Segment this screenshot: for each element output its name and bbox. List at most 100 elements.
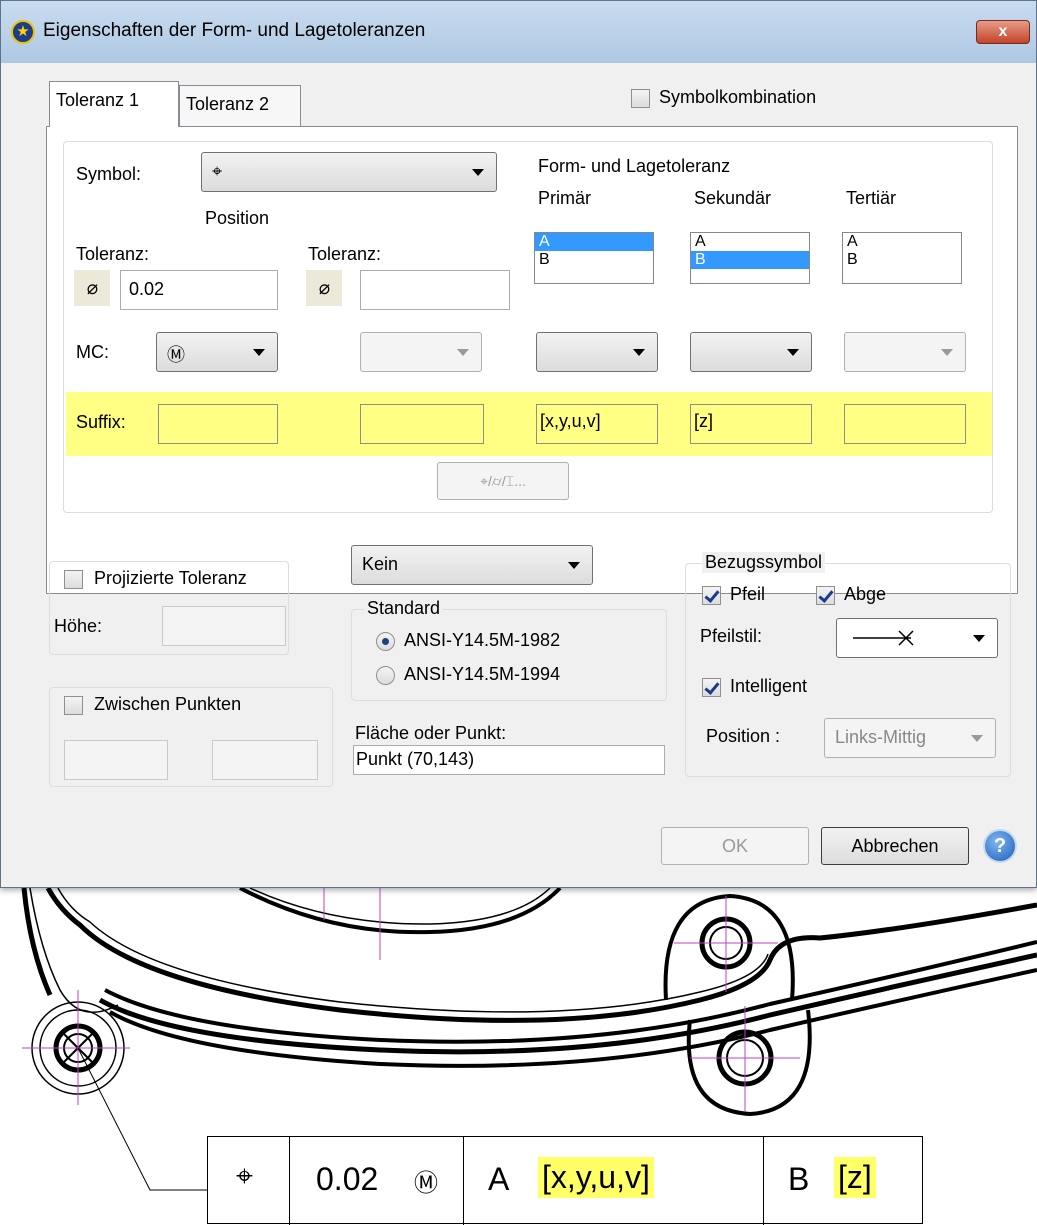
- mc-select-primary[interactable]: [536, 332, 658, 372]
- chevron-down-icon: [253, 349, 265, 356]
- dialog-client-area: Toleranz 1 Toleranz 2 Symbolkombination …: [9, 63, 1030, 883]
- tolerance-2-label: Toleranz:: [308, 244, 382, 264]
- tab-label: Toleranz 2: [186, 94, 270, 114]
- between-points-checkbox[interactable]: [64, 696, 83, 715]
- symbol-combination-checkbox[interactable]: [631, 89, 650, 108]
- modifier-select[interactable]: Kein: [351, 545, 593, 585]
- secondary-header: Sekundär: [694, 188, 772, 208]
- height-label: Höhe:: [54, 616, 103, 636]
- tab-toleranz-1[interactable]: Toleranz 1: [49, 81, 179, 127]
- chevron-down-icon: [973, 635, 985, 642]
- tertiary-datum-list[interactable]: A B: [842, 232, 962, 284]
- between-point-2-input[interactable]: [212, 740, 318, 780]
- list-item[interactable]: B: [843, 251, 961, 269]
- projected-tolerance-label: Projizierte Toleranz: [94, 568, 247, 588]
- position-select[interactable]: Links-Mittig: [824, 718, 996, 758]
- chevron-down-icon: [472, 169, 484, 176]
- mc-select-tolerance-2[interactable]: [360, 332, 482, 372]
- standard-1994-label: ANSI-Y14.5M-1994: [404, 664, 561, 684]
- cancel-button[interactable]: Abbrechen: [821, 827, 969, 865]
- symbol-label: Symbol:: [76, 164, 142, 184]
- surface-point-label: Fläche oder Punkt:: [355, 723, 507, 743]
- tolerance-panel: Symbol: ⌖ Position Toleranz: ⌀ 0.02 Tole…: [63, 141, 993, 513]
- mc-select-tertiary[interactable]: [844, 332, 966, 372]
- diameter-toggle-2[interactable]: ⌀: [306, 270, 342, 306]
- chevron-down-icon: [568, 562, 580, 569]
- position-symbol-icon: ⌖: [236, 1159, 253, 1194]
- frame-symbol-cell: ⌖: [208, 1137, 290, 1225]
- between-point-1-input[interactable]: [64, 740, 168, 780]
- standard-group: Standard ANSI-Y14.5M-1982 ANSI-Y14.5M-19…: [351, 598, 667, 701]
- tolerance-2-input[interactable]: [360, 270, 510, 310]
- dialog-title: Eigenschaften der Form- und Lagetoleranz…: [43, 20, 426, 41]
- list-item[interactable]: B: [691, 251, 809, 269]
- maximum-material-icon: Ⓜ: [414, 1169, 438, 1197]
- symbol-select[interactable]: ⌖: [201, 152, 497, 192]
- tolerance-1-input[interactable]: 0.02: [120, 270, 278, 310]
- diameter-toggle-1[interactable]: ⌀: [74, 270, 110, 306]
- position-select-value: Links-Mittig: [835, 727, 927, 747]
- suffix-input-tertiary[interactable]: [844, 404, 966, 444]
- tab-label: Toleranz 1: [56, 90, 140, 110]
- help-icon[interactable]: ?: [983, 829, 1017, 863]
- app-star-icon: ★: [11, 20, 35, 44]
- standard-group-title: Standard: [364, 598, 444, 619]
- secondary-datum-list[interactable]: A B: [690, 232, 810, 284]
- symbol-name: Position: [205, 208, 270, 228]
- tab-toleranz-2[interactable]: Toleranz 2: [179, 85, 301, 127]
- between-points-group: Zwischen Punkten: [49, 687, 333, 787]
- position-symbol-icon: ⌖: [212, 161, 223, 182]
- tolerance-1-label: Toleranz:: [76, 244, 150, 264]
- modifier-select-value: Kein: [362, 554, 399, 574]
- intelligent-checkbox[interactable]: [702, 678, 721, 697]
- mc-select-tolerance-1[interactable]: Ⓜ: [156, 332, 278, 372]
- arrow-style-preview-icon: [853, 630, 914, 646]
- arrow-label: Pfeil: [730, 584, 766, 604]
- list-item[interactable]: A: [691, 233, 809, 251]
- tertiary-header: Tertiär: [846, 188, 897, 208]
- feature-control-frame[interactable]: ⌖ 0.02 Ⓜ A [x,y,u,v] B [z]: [207, 1136, 923, 1225]
- tolerance-properties-dialog: ★ Eigenschaften der Form- und Lagetolera…: [0, 0, 1037, 888]
- standard-1994-radio[interactable]: [376, 666, 395, 685]
- surface-point-input[interactable]: Punkt (70,143): [353, 745, 665, 775]
- frame-secondary-suffix: [z]: [834, 1157, 876, 1198]
- frame-primary-datum-cell: A [x,y,u,v]: [464, 1137, 764, 1225]
- chevron-down-icon: [633, 349, 645, 356]
- suffix-row: Suffix: [x,y,u,v] [z]: [66, 392, 992, 456]
- arrow-style-label: Pfeilstil:: [700, 626, 763, 646]
- title-bar[interactable]: ★ Eigenschaften der Form- und Lagetolera…: [1, 1, 1036, 63]
- abge-checkbox[interactable]: [816, 586, 835, 605]
- symbol-combination-label: Symbolkombination: [659, 87, 817, 107]
- projected-tolerance-checkbox[interactable]: [64, 570, 83, 589]
- standard-1982-label: ANSI-Y14.5M-1982: [404, 630, 561, 650]
- chevron-down-icon: [941, 349, 953, 356]
- mc-select-secondary[interactable]: [690, 332, 812, 372]
- reference-symbol-title: Bezugssymbol: [702, 552, 826, 573]
- suffix-input-tolerance-1[interactable]: [158, 404, 278, 444]
- frame-tolerance-value: 0.02: [316, 1161, 379, 1197]
- arrow-style-select[interactable]: [836, 618, 998, 658]
- suffix-input-primary[interactable]: [x,y,u,v]: [536, 404, 658, 444]
- suffix-input-secondary[interactable]: [z]: [690, 404, 812, 444]
- primary-datum-list[interactable]: A B: [534, 232, 654, 284]
- tab-page-toleranz-1: Symbol: ⌖ Position Toleranz: ⌀ 0.02 Tole…: [46, 126, 1018, 594]
- suffix-input-tolerance-2[interactable]: [360, 404, 484, 444]
- position-label: Position :: [706, 726, 781, 746]
- frame-primary-datum: A: [488, 1161, 510, 1197]
- mc-label: MC:: [76, 342, 109, 362]
- symbol-variants-button[interactable]: ⌖/⌭/⌶...: [437, 462, 569, 500]
- intelligent-label: Intelligent: [730, 676, 808, 696]
- standard-1982-radio[interactable]: [376, 632, 395, 651]
- ok-button[interactable]: OK: [661, 827, 809, 865]
- height-input[interactable]: [162, 606, 286, 646]
- list-item[interactable]: B: [535, 251, 653, 269]
- close-button[interactable]: x: [976, 20, 1030, 44]
- arrow-checkbox[interactable]: [702, 586, 721, 605]
- frame-primary-suffix: [x,y,u,v]: [538, 1157, 654, 1198]
- list-item[interactable]: A: [843, 233, 961, 251]
- list-item[interactable]: A: [535, 233, 653, 251]
- primary-header: Primär: [538, 188, 591, 208]
- projected-tolerance-group: Projizierte Toleranz Höhe:: [49, 561, 289, 655]
- chevron-down-icon: [457, 349, 469, 356]
- frame-secondary-datum: B: [788, 1161, 810, 1197]
